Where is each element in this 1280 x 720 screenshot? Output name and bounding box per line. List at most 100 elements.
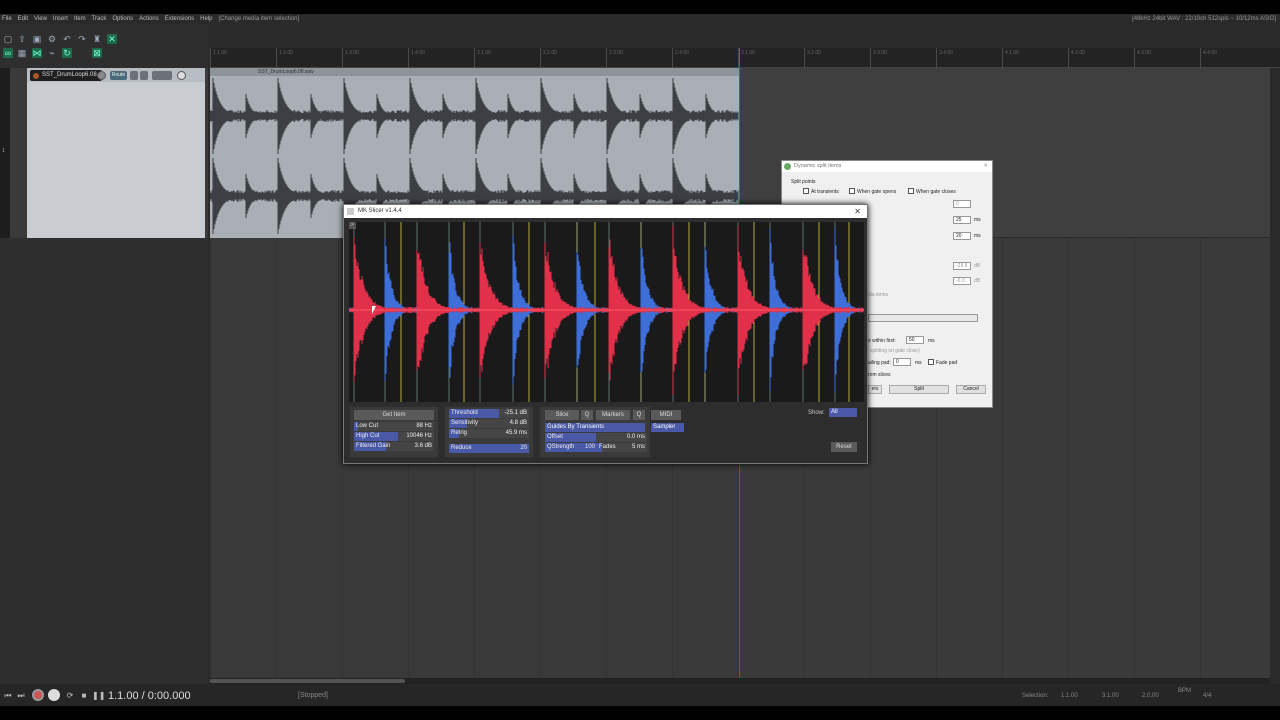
gate-closes-checkbox[interactable]	[908, 188, 914, 194]
menu-item-extensions[interactable]: Extensions	[165, 16, 194, 22]
view-toggle-checkbox[interactable]: >	[349, 222, 356, 229]
undo-icon[interactable]: ↶	[62, 34, 72, 44]
ruler-label: 3.1.00	[741, 50, 755, 56]
timeline-ruler[interactable]: 1.1.00 1.2.00 1.3.00 1.4.00 2.1.00 2.2.00 2.3.…	[210, 48, 1280, 68]
ruler-tick	[210, 48, 211, 68]
grid-icon[interactable]: ▦	[17, 48, 27, 58]
close-icon[interactable]: ✕	[983, 161, 988, 172]
filtered-gain-slider[interactable]: Filtered Gain 3.6 dB	[354, 442, 434, 451]
track-control-panel[interactable]	[27, 68, 205, 238]
at-transients-checkbox[interactable]	[803, 188, 809, 194]
open-project-icon[interactable]: ⇧	[17, 34, 27, 44]
low-cut-slider[interactable]: Low Cut 88 Hz	[354, 422, 434, 431]
fades-slider[interactable]: Fades 5 ms	[597, 443, 647, 452]
reduce-slider[interactable]: Reduce 20	[449, 444, 529, 453]
ripple-edit-icon[interactable]: ✕	[107, 34, 117, 44]
record-arm-icon[interactable]	[33, 73, 39, 79]
selection-length[interactable]: 2.0.00	[1142, 693, 1159, 699]
menu-item-options[interactable]: Options	[112, 16, 133, 22]
high-cut-slider[interactable]: High Cut 10046 Hz	[354, 432, 434, 441]
reset-button[interactable]: Reset	[831, 442, 857, 452]
pan-knob[interactable]	[177, 71, 186, 80]
fx-button[interactable]	[152, 71, 172, 80]
metronome-icon[interactable]: ♜	[92, 34, 102, 44]
scroll-thumb[interactable]	[210, 679, 405, 683]
auto-crossfade-icon[interactable]: ⋈	[32, 48, 42, 58]
show-label: Show:	[808, 410, 825, 416]
slice-quantize-button[interactable]: Q	[581, 410, 593, 420]
split-param-3[interactable]: 20	[953, 232, 971, 240]
split-mode-select[interactable]	[868, 314, 978, 322]
slicer-waveform-view[interactable]	[349, 222, 864, 402]
menu-item-edit[interactable]: Edit	[18, 16, 28, 22]
mute-button[interactable]	[130, 71, 138, 80]
waveform-channel	[210, 78, 738, 154]
markers-quantize-button[interactable]: Q	[633, 410, 645, 420]
dynamic-split-titlebar[interactable]: Dynamic split items ✕	[782, 161, 992, 172]
track-name[interactable]: SST_DrumLoop6.08	[30, 70, 102, 81]
offset-slider[interactable]: Offset 0.0 ms	[545, 433, 647, 442]
menu-item-view[interactable]: View	[34, 16, 47, 22]
midi-button[interactable]: MIDI	[651, 410, 681, 420]
menu-item-actions[interactable]: Actions	[139, 16, 159, 22]
forward-icon[interactable]: ⏭	[15, 690, 27, 702]
new-project-icon[interactable]: ▢	[3, 34, 13, 44]
slices-label: rom slices	[868, 372, 891, 378]
get-item-button[interactable]: Get Item	[354, 410, 434, 420]
menu-item-file[interactable]: File	[2, 16, 12, 22]
bpm-label[interactable]: BPM	[1178, 688, 1191, 694]
route-button[interactable]: Route	[110, 71, 127, 80]
envelope-icon[interactable]: ⌁	[47, 48, 57, 58]
selection-start[interactable]: 1.1.00	[1061, 693, 1078, 699]
split-param-1[interactable]: 0	[953, 200, 971, 208]
split-param-4[interactable]: -29.8	[953, 262, 971, 270]
slice-button[interactable]: Slice	[545, 410, 579, 420]
solo-button[interactable]	[140, 71, 148, 80]
loop-icon[interactable]: ↻	[62, 48, 72, 58]
guides-mode-select[interactable]: Guides By Transients	[545, 423, 645, 432]
ruler-label: 2.2.00	[543, 50, 557, 56]
menu-item-item[interactable]: Item	[74, 16, 86, 22]
rewind-icon[interactable]: ⏮	[2, 690, 14, 702]
settings-icon[interactable]: ⚙	[47, 34, 57, 44]
split-button[interactable]: Split	[889, 385, 949, 394]
menu-item-insert[interactable]: Insert	[53, 16, 68, 22]
within-first-input[interactable]: 50	[906, 336, 924, 344]
sets-button[interactable]: ets	[868, 385, 882, 394]
threshold-slider[interactable]: Threshold -25.1 dB	[449, 409, 529, 418]
loop-toggle-icon[interactable]: ⟳	[64, 690, 76, 702]
time-signature[interactable]: 4/4	[1203, 693, 1211, 699]
cancel-button[interactable]: Cancel	[956, 385, 986, 394]
sensitivity-slider[interactable]: Sensitivity 4.8 dB	[449, 419, 529, 428]
selection-end[interactable]: 3.1.00	[1102, 693, 1119, 699]
snap-icon[interactable]: ∞	[3, 48, 13, 58]
qstrength-slider[interactable]: QStrength 100	[545, 443, 597, 452]
transport-time[interactable]: 1.1.00 / 0:00.000	[108, 690, 191, 702]
play-icon[interactable]	[48, 689, 60, 701]
items-label: dia items	[868, 292, 888, 298]
volume-knob[interactable]	[97, 71, 106, 80]
split-param-4-unit: dB	[974, 263, 980, 269]
ruler-label: 4.3.00	[1137, 50, 1151, 56]
redo-icon[interactable]: ↷	[77, 34, 87, 44]
menu-item-track[interactable]: Track	[92, 16, 107, 22]
menu-item-help[interactable]: Help	[200, 16, 212, 22]
mk-slicer-title: MK Slicer v1.4.4	[358, 208, 402, 214]
retrig-slider[interactable]: Retrig 45.9 ms	[449, 429, 529, 438]
trailing-pad-input[interactable]: 0	[893, 358, 911, 366]
record-icon[interactable]	[32, 689, 44, 701]
pause-icon[interactable]: ❚❚	[92, 690, 104, 702]
stop-icon[interactable]: ■	[78, 690, 90, 702]
show-select[interactable]: All	[829, 408, 857, 417]
split-param-2[interactable]: 25	[953, 216, 971, 224]
save-project-icon[interactable]: ▣	[32, 34, 42, 44]
trim-icon[interactable]: ⊠	[92, 48, 102, 58]
mk-slicer-titlebar[interactable]: MK Slicer v1.4.4 ✕	[344, 205, 867, 218]
close-icon[interactable]: ✕	[854, 205, 861, 218]
vertical-scrollbar[interactable]	[1270, 68, 1280, 684]
markers-button[interactable]: Markers	[596, 410, 630, 420]
fade-pad-checkbox[interactable]	[928, 359, 934, 365]
gate-opens-checkbox[interactable]	[849, 188, 855, 194]
split-param-5[interactable]: -6.0	[953, 277, 971, 285]
sampler-button[interactable]: Sampler	[651, 423, 684, 432]
